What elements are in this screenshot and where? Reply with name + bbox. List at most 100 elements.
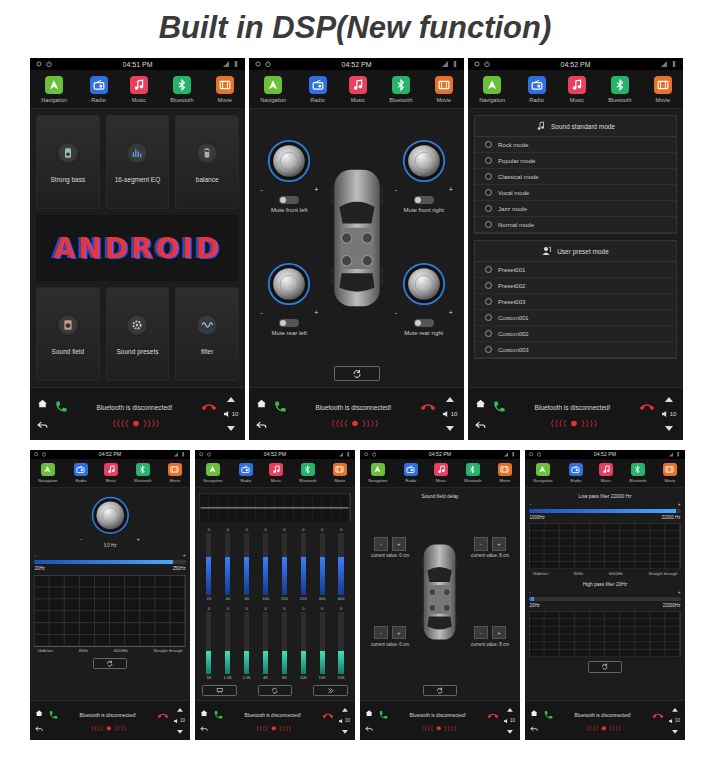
app-icon[interactable] xyxy=(435,76,453,94)
app-shortcut[interactable]: Bluetooth xyxy=(170,76,193,103)
preset-row[interactable]: Popular mode xyxy=(475,153,676,169)
minus-label[interactable]: - xyxy=(395,186,397,193)
plus-label[interactable]: + xyxy=(678,502,681,507)
preset-row[interactable]: Jazz mode xyxy=(475,201,676,217)
radio-button[interactable] xyxy=(485,298,492,305)
radio-button[interactable] xyxy=(485,266,492,273)
app-icon[interactable] xyxy=(599,463,612,476)
app-shortcut[interactable]: Radio xyxy=(528,76,546,103)
radio-button[interactable] xyxy=(485,282,492,289)
app-icon[interactable] xyxy=(74,463,87,476)
band-slider[interactable] xyxy=(282,533,287,595)
band-slider[interactable] xyxy=(244,533,249,595)
knob-icon[interactable] xyxy=(267,139,311,183)
plus-label[interactable]: + xyxy=(678,590,681,595)
brightness-icon[interactable] xyxy=(255,61,261,67)
volume-up-icon[interactable] xyxy=(672,708,678,712)
app-icon[interactable] xyxy=(269,463,282,476)
app-shortcut[interactable]: Navigation xyxy=(368,463,387,484)
volume-up-icon[interactable] xyxy=(446,397,454,402)
radio-button[interactable] xyxy=(485,205,492,212)
phone-hangup-icon[interactable] xyxy=(420,402,436,412)
plus-label[interactable]: + xyxy=(137,536,140,542)
app-shortcut[interactable]: Movie xyxy=(435,76,453,103)
back-icon[interactable] xyxy=(475,420,486,431)
volume-up-icon[interactable] xyxy=(227,397,235,402)
preset-row[interactable]: Classical mode xyxy=(475,169,676,185)
app-icon[interactable] xyxy=(130,76,148,94)
app-shortcut[interactable]: Bluetooth xyxy=(464,463,481,484)
reset-button[interactable] xyxy=(93,658,127,669)
mute-toggle[interactable] xyxy=(279,196,299,204)
dsp-tile[interactable]: Sound presets xyxy=(106,287,170,381)
reset-button[interactable] xyxy=(334,366,380,381)
slider-track[interactable] xyxy=(529,509,680,513)
app-shortcut[interactable]: Movie xyxy=(333,463,346,484)
power-icon[interactable] xyxy=(484,61,490,67)
dsp-tile[interactable]: balance xyxy=(175,115,239,209)
radio-button[interactable] xyxy=(485,314,492,321)
increase-button[interactable]: + xyxy=(492,626,505,639)
power-icon[interactable] xyxy=(265,61,271,67)
mute-toggle[interactable] xyxy=(414,196,434,204)
app-shortcut[interactable]: Radio xyxy=(239,463,252,484)
radio-button[interactable] xyxy=(485,221,492,228)
app-icon[interactable] xyxy=(631,463,644,476)
dsp-tile[interactable]: filter xyxy=(175,287,239,381)
decrease-button[interactable]: - xyxy=(474,626,487,639)
phone-answer-icon[interactable] xyxy=(492,400,506,414)
back-icon[interactable] xyxy=(530,725,538,733)
volume-up-icon[interactable] xyxy=(665,397,673,402)
app-icon[interactable] xyxy=(206,463,219,476)
home-icon[interactable] xyxy=(200,709,208,717)
app-icon[interactable] xyxy=(45,76,63,94)
preset-row[interactable]: Rock mode xyxy=(475,137,676,153)
brightness-icon[interactable] xyxy=(364,452,368,456)
minus-label[interactable]: - xyxy=(34,553,35,558)
volume-down-icon[interactable] xyxy=(227,426,235,431)
app-shortcut[interactable]: Movie xyxy=(498,463,511,484)
back-icon[interactable] xyxy=(200,725,208,733)
home-icon[interactable] xyxy=(475,398,486,409)
increase-button[interactable]: + xyxy=(492,537,505,550)
band-slider[interactable] xyxy=(225,533,230,595)
app-icon[interactable] xyxy=(404,463,417,476)
back-icon[interactable] xyxy=(37,420,48,431)
brightness-icon[interactable] xyxy=(474,61,480,67)
slider-track[interactable] xyxy=(34,560,185,564)
app-shortcut[interactable]: Movie xyxy=(168,463,181,484)
app-shortcut[interactable]: Music xyxy=(104,463,117,484)
app-icon[interactable] xyxy=(239,463,252,476)
radio-button[interactable] xyxy=(485,189,492,196)
brightness-icon[interactable] xyxy=(199,452,203,456)
app-shortcut[interactable]: Navigation xyxy=(38,463,57,484)
minus-label[interactable]: - xyxy=(529,590,530,595)
volume-up-icon[interactable] xyxy=(507,708,513,712)
app-shortcut[interactable]: Navigation xyxy=(260,76,286,103)
app-icon[interactable] xyxy=(349,76,367,94)
preset-row[interactable]: Preset001 xyxy=(475,262,676,278)
app-shortcut[interactable]: Bluetooth xyxy=(608,76,631,103)
band-slider[interactable] xyxy=(301,612,306,674)
app-icon[interactable] xyxy=(333,463,346,476)
band-slider[interactable] xyxy=(263,533,268,595)
brightness-icon[interactable] xyxy=(34,452,38,456)
flat-button[interactable] xyxy=(202,685,236,696)
reset-button[interactable] xyxy=(258,685,292,696)
home-icon[interactable] xyxy=(256,398,267,409)
slider-track[interactable] xyxy=(529,597,680,601)
phone-hangup-icon[interactable] xyxy=(157,712,169,719)
phone-answer-icon[interactable] xyxy=(273,400,287,414)
home-icon[interactable] xyxy=(37,398,48,409)
knob-icon[interactable] xyxy=(402,262,446,306)
brightness-icon[interactable] xyxy=(529,452,533,456)
app-icon[interactable] xyxy=(216,76,234,94)
home-icon[interactable] xyxy=(530,709,538,717)
band-slider[interactable] xyxy=(244,612,249,674)
volume-down-icon[interactable] xyxy=(665,426,673,431)
mute-toggle[interactable] xyxy=(279,319,299,327)
app-icon[interactable] xyxy=(611,76,629,94)
phone-hangup-icon[interactable] xyxy=(487,712,499,719)
app-shortcut[interactable]: Movie xyxy=(663,463,676,484)
app-icon[interactable] xyxy=(434,463,447,476)
